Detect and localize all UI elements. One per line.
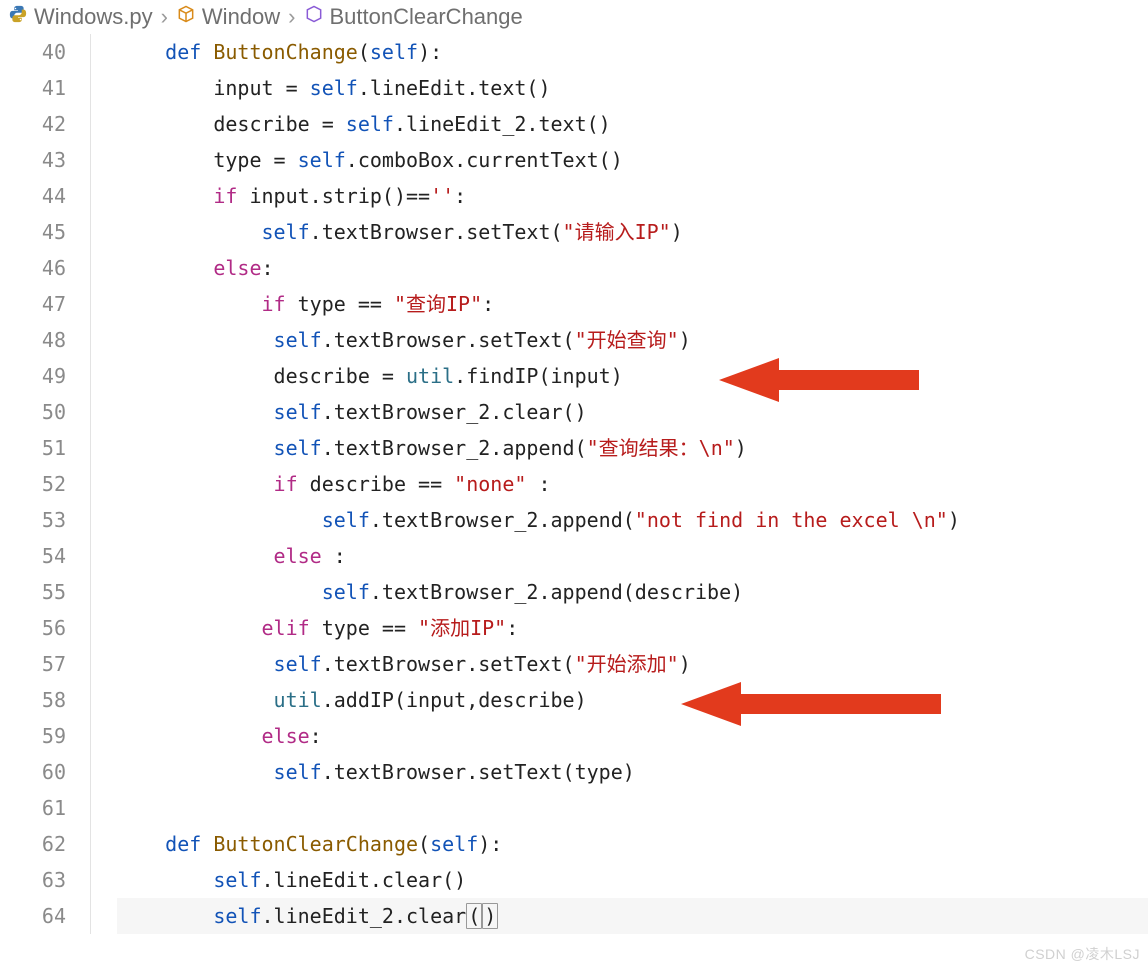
code-line: self.lineEdit.clear()	[117, 862, 1148, 898]
code-line: self.textBrowser_2.clear()	[117, 394, 1148, 430]
line-number: 62	[0, 826, 66, 862]
code-line: self.textBrowser_2.append(describe)	[117, 574, 1148, 610]
chevron-right-icon: ›	[286, 4, 297, 30]
code-line: elif type == "添加IP":	[117, 610, 1148, 646]
line-number: 46	[0, 250, 66, 286]
line-number: 52	[0, 466, 66, 502]
line-number: 47	[0, 286, 66, 322]
code-line: input = self.lineEdit.text()	[117, 70, 1148, 106]
code-line-current: self.lineEdit_2.clear()	[117, 898, 1148, 934]
line-number: 64	[0, 898, 66, 934]
code-area[interactable]: def ButtonChange(self): input = self.lin…	[101, 34, 1148, 934]
line-number: 41	[0, 70, 66, 106]
code-line: if describe == "none" :	[117, 466, 1148, 502]
code-line: self.textBrowser.setText("请输入IP")	[117, 214, 1148, 250]
breadcrumb-file-label: Windows.py	[34, 4, 153, 30]
code-line: describe = self.lineEdit_2.text()	[117, 106, 1148, 142]
code-line: util.addIP(input,describe)	[117, 682, 1148, 718]
code-line: else:	[117, 250, 1148, 286]
line-number: 55	[0, 574, 66, 610]
code-editor[interactable]: 40 41 42 43 44 45 46 47 48 49 50 51 52 5…	[0, 34, 1148, 934]
breadcrumb-method-label: ButtonClearChange	[330, 4, 523, 30]
python-icon	[8, 4, 28, 30]
code-line: if input.strip()=='':	[117, 178, 1148, 214]
breadcrumb-file[interactable]: Windows.py	[8, 4, 153, 30]
line-number: 53	[0, 502, 66, 538]
code-line: type = self.comboBox.currentText()	[117, 142, 1148, 178]
line-number: 59	[0, 718, 66, 754]
code-line: def ButtonChange(self):	[117, 34, 1148, 70]
line-number: 63	[0, 862, 66, 898]
line-number: 57	[0, 646, 66, 682]
breadcrumb-method[interactable]: ButtonClearChange	[304, 4, 523, 30]
code-line: describe = util.findIP(input)	[117, 358, 1148, 394]
chevron-right-icon: ›	[159, 4, 170, 30]
line-number: 44	[0, 178, 66, 214]
line-number: 56	[0, 610, 66, 646]
breadcrumb-class[interactable]: Window	[176, 4, 280, 30]
line-number: 48	[0, 322, 66, 358]
method-icon	[304, 4, 324, 30]
line-number: 54	[0, 538, 66, 574]
breadcrumb[interactable]: Windows.py › Window › ButtonClearChange	[0, 0, 1148, 34]
line-number: 50	[0, 394, 66, 430]
line-number-gutter: 40 41 42 43 44 45 46 47 48 49 50 51 52 5…	[0, 34, 90, 934]
gutter-separator	[90, 34, 91, 934]
watermark: CSDN @凌木LSJ	[1025, 944, 1140, 964]
line-number: 49	[0, 358, 66, 394]
code-line: else:	[117, 718, 1148, 754]
code-line: self.textBrowser.setText("开始添加")	[117, 646, 1148, 682]
code-line: if type == "查询IP":	[117, 286, 1148, 322]
line-number: 42	[0, 106, 66, 142]
code-line: def ButtonClearChange(self):	[117, 826, 1148, 862]
line-number: 51	[0, 430, 66, 466]
line-number: 40	[0, 34, 66, 70]
line-number: 61	[0, 790, 66, 826]
line-number: 45	[0, 214, 66, 250]
code-line: self.textBrowser_2.append("查询结果：\n")	[117, 430, 1148, 466]
breadcrumb-class-label: Window	[202, 4, 280, 30]
line-number: 43	[0, 142, 66, 178]
code-line	[117, 790, 1148, 826]
code-line: self.textBrowser.setText(type)	[117, 754, 1148, 790]
line-number: 58	[0, 682, 66, 718]
code-line: self.textBrowser.setText("开始查询")	[117, 322, 1148, 358]
code-line: else :	[117, 538, 1148, 574]
class-icon	[176, 4, 196, 30]
line-number: 60	[0, 754, 66, 790]
code-line: self.textBrowser_2.append("not find in t…	[117, 502, 1148, 538]
